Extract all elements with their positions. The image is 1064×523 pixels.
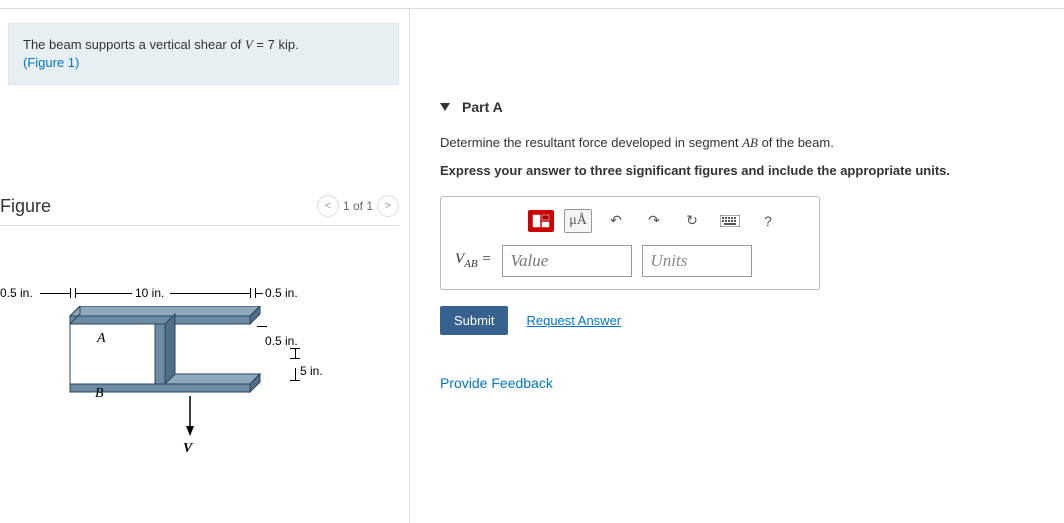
answer-input-area: μÅ ↶ ↷ ↻ ? VAB = Units [440, 196, 820, 290]
instruction-text: Express your answer to three significant… [440, 163, 1034, 178]
problem-statement: The beam supports a vertical shear of V … [8, 23, 399, 85]
answer-toolbar: μÅ ↶ ↷ ↻ ? [455, 209, 805, 233]
part-title: Part A [462, 99, 503, 115]
right-panel: Part A Determine the resultant force dev… [410, 9, 1064, 523]
figure-title: Figure [0, 196, 51, 217]
submit-button[interactable]: Submit [440, 306, 508, 335]
keyboard-button[interactable] [716, 209, 744, 233]
dim-label-05-top: 0.5 in. [265, 334, 298, 348]
force-v-label: V [183, 441, 192, 457]
ibeam-svg [30, 306, 290, 456]
dim-label-05-left: 0.5 in. [0, 286, 33, 300]
provide-feedback-link[interactable]: Provide Feedback [440, 375, 1034, 391]
request-answer-link[interactable]: Request Answer [526, 313, 621, 328]
pager-text: 1 of 1 [343, 199, 373, 213]
dim-label-10: 10 in. [135, 286, 164, 300]
left-panel: The beam supports a vertical shear of V … [0, 9, 410, 523]
figure-section: Figure < 1 of 1 > 0.5 in. 10 in. 0.5 in. [0, 195, 409, 466]
dim-label-05-right: 0.5 in. [265, 286, 298, 300]
point-b-label: B [95, 386, 104, 402]
help-button[interactable]: ? [754, 209, 782, 233]
pager-prev-button[interactable]: < [317, 195, 339, 217]
beam-diagram: 0.5 in. 10 in. 0.5 in. [0, 286, 360, 466]
problem-variable: V [245, 37, 253, 52]
problem-equals: = 7 kip. [253, 37, 299, 52]
reset-button[interactable]: ↻ [678, 209, 706, 233]
problem-text-prefix: The beam supports a vertical shear of [23, 37, 245, 52]
figure-pager: < 1 of 1 > [317, 195, 399, 217]
undo-button[interactable]: ↶ [602, 209, 630, 233]
templates-button[interactable] [528, 210, 554, 232]
point-a-label: A [97, 331, 106, 347]
segment-name: AB [742, 135, 758, 150]
question-text: Determine the resultant force developed … [440, 133, 1034, 153]
pager-next-button[interactable]: > [377, 195, 399, 217]
value-input[interactable] [502, 245, 632, 277]
collapse-icon [440, 103, 450, 111]
figure-reference-link[interactable]: (Figure 1) [23, 55, 79, 70]
redo-button[interactable]: ↷ [640, 209, 668, 233]
units-input[interactable]: Units [642, 245, 752, 277]
dim-label-5: 5 in. [300, 364, 323, 378]
part-header[interactable]: Part A [440, 99, 1034, 115]
units-symbol-button[interactable]: μÅ [564, 209, 592, 233]
answer-variable-label: VAB = [455, 251, 492, 270]
